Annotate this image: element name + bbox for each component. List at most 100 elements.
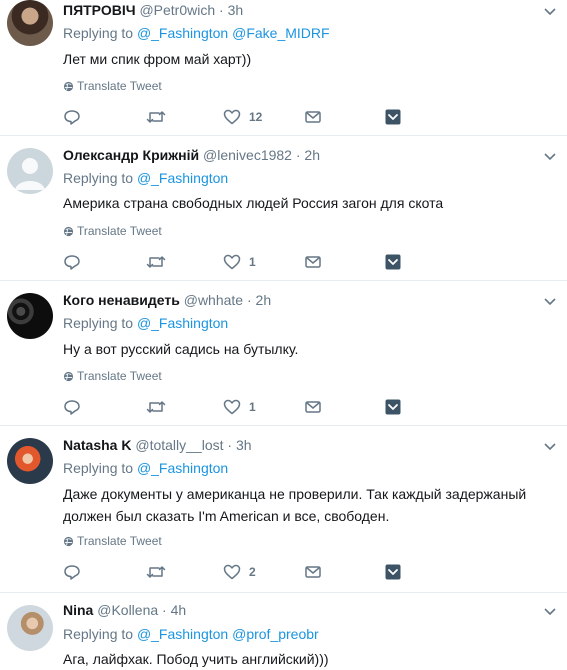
reply-button[interactable] bbox=[63, 252, 81, 272]
replying-label: Replying to bbox=[63, 315, 134, 331]
tweet-text: Ну а вот русский садись на бутылку. bbox=[63, 341, 299, 357]
save-tweet-button[interactable] bbox=[385, 397, 401, 417]
direct-message-button[interactable] bbox=[304, 252, 322, 272]
mention-link[interactable]: @_Fashington bbox=[137, 170, 228, 186]
replying-to: Replying to @_Fashington bbox=[63, 168, 228, 188]
translate-tweet-link[interactable]: Translate Tweet bbox=[63, 78, 162, 94]
author-name[interactable]: Олександр Крижній bbox=[63, 147, 199, 163]
author-name[interactable]: ПЯТРОВІЧ bbox=[63, 2, 136, 18]
author-handle[interactable]: @Kollena bbox=[97, 602, 158, 618]
translate-tweet-link[interactable]: Translate Tweet bbox=[63, 223, 162, 239]
mention-link[interactable]: @_Fashington bbox=[137, 315, 228, 331]
author-name[interactable]: Nina bbox=[63, 602, 93, 618]
direct-message-button[interactable] bbox=[304, 562, 322, 582]
timestamp[interactable]: 2h bbox=[256, 292, 272, 308]
like-button[interactable]: 1 bbox=[223, 397, 256, 417]
translate-label[interactable]: Translate Tweet bbox=[77, 224, 162, 238]
bookmark-icon bbox=[385, 564, 401, 580]
author-handle[interactable]: @whhate bbox=[184, 292, 243, 308]
mention-link[interactable]: @_Fashington bbox=[137, 25, 228, 41]
tweet-actions: 1 bbox=[63, 397, 483, 417]
retweet-button[interactable] bbox=[146, 107, 166, 127]
tweet-actions: 12 bbox=[63, 107, 483, 127]
like-count: 2 bbox=[249, 565, 256, 579]
like-button[interactable]: 1 bbox=[223, 252, 256, 272]
mention-link[interactable]: @prof_preobr bbox=[232, 626, 319, 642]
direct-message-button[interactable] bbox=[304, 397, 322, 417]
chevron-down-icon[interactable] bbox=[543, 439, 557, 453]
save-tweet-button[interactable] bbox=[385, 252, 401, 272]
mention-link[interactable]: @_Fashington bbox=[137, 626, 228, 642]
chevron-down-icon[interactable] bbox=[543, 604, 557, 618]
reply-icon bbox=[64, 110, 80, 125]
chevron-down-icon[interactable] bbox=[543, 4, 557, 18]
avatar[interactable] bbox=[7, 438, 53, 484]
translate-label[interactable]: Translate Tweet bbox=[77, 369, 162, 383]
tweet[interactable]: Кого ненавидеть @whhate · 2h Replying to… bbox=[0, 280, 567, 426]
separator-dot: · bbox=[162, 602, 167, 618]
like-count: 1 bbox=[249, 400, 256, 414]
avatar[interactable] bbox=[7, 0, 53, 46]
retweet-button[interactable] bbox=[146, 562, 166, 582]
replying-label: Replying to bbox=[63, 626, 134, 642]
reply-button[interactable] bbox=[63, 107, 81, 127]
globe-icon bbox=[63, 371, 74, 382]
replying-label: Replying to bbox=[63, 170, 134, 186]
retweet-button[interactable] bbox=[146, 252, 166, 272]
separator-dot: · bbox=[227, 437, 233, 453]
retweet-button[interactable] bbox=[146, 397, 166, 417]
tweet[interactable]: ПЯТРОВІЧ @Petr0wich · 3h Replying to @_F… bbox=[0, 0, 567, 136]
translate-tweet-link[interactable]: Translate Tweet bbox=[63, 368, 162, 384]
replying-label: Replying to bbox=[63, 460, 134, 476]
envelope-icon bbox=[305, 256, 321, 268]
mention-link[interactable]: @_Fashington bbox=[137, 460, 228, 476]
author-handle[interactable]: @totally__lost bbox=[135, 437, 223, 453]
retweet-icon bbox=[146, 256, 166, 268]
timestamp[interactable]: 3h bbox=[228, 2, 244, 18]
direct-message-button[interactable] bbox=[304, 107, 322, 127]
like-count: 12 bbox=[249, 110, 263, 124]
envelope-icon bbox=[305, 401, 321, 413]
translate-label[interactable]: Translate Tweet bbox=[77, 534, 162, 548]
retweet-icon bbox=[146, 111, 166, 123]
timestamp[interactable]: 2h bbox=[304, 147, 320, 163]
avatar[interactable] bbox=[7, 148, 53, 194]
chevron-down-icon[interactable] bbox=[543, 149, 557, 163]
translate-label[interactable]: Translate Tweet bbox=[77, 79, 162, 93]
bookmark-icon bbox=[385, 109, 401, 125]
replying-to: Replying to @_Fashington bbox=[63, 313, 228, 333]
mention-link[interactable]: @Fake_MIDRF bbox=[232, 25, 329, 41]
tweet[interactable]: Олександр Крижній @lenivec1982 · 2h Repl… bbox=[0, 135, 567, 281]
reply-button[interactable] bbox=[63, 562, 81, 582]
avatar[interactable] bbox=[7, 293, 53, 339]
tweet-text: Америка страна свободных людей Россия за… bbox=[63, 195, 444, 211]
author-name[interactable]: Кого ненавидеть bbox=[63, 292, 180, 308]
envelope-icon bbox=[305, 111, 321, 123]
like-button[interactable]: 12 bbox=[223, 107, 262, 127]
like-count: 1 bbox=[249, 255, 256, 269]
author-name[interactable]: Natasha K bbox=[63, 437, 131, 453]
retweet-icon bbox=[146, 401, 166, 413]
replying-to: Replying to @_Fashington @Fake_MIDRF bbox=[63, 23, 330, 43]
reply-button[interactable] bbox=[63, 397, 81, 417]
author-handle[interactable]: @lenivec1982 bbox=[203, 147, 292, 163]
chevron-down-icon[interactable] bbox=[543, 294, 557, 308]
save-tweet-button[interactable] bbox=[385, 107, 401, 127]
timestamp[interactable]: 3h bbox=[236, 437, 252, 453]
translate-tweet-link[interactable]: Translate Tweet bbox=[63, 533, 162, 549]
envelope-icon bbox=[305, 566, 321, 578]
like-button[interactable]: 2 bbox=[223, 562, 256, 582]
timestamp[interactable]: 4h bbox=[171, 602, 187, 618]
tweet[interactable]: Natasha K @totally__lost · 3h Replying t… bbox=[0, 425, 567, 593]
separator-dot: · bbox=[246, 292, 252, 308]
tweet-actions: 2 bbox=[63, 562, 483, 582]
retweet-icon bbox=[146, 566, 166, 578]
globe-icon bbox=[63, 81, 74, 92]
separator-dot: · bbox=[295, 147, 301, 163]
reply-icon bbox=[64, 255, 80, 270]
tweet[interactable]: Nina @Kollena · 4h Replying to @_Fashing… bbox=[0, 592, 567, 667]
save-tweet-button[interactable] bbox=[385, 562, 401, 582]
author-handle[interactable]: @Petr0wich bbox=[139, 2, 215, 18]
avatar[interactable] bbox=[7, 605, 53, 651]
tweet-text: Лет ми спик фром май харт)) bbox=[63, 51, 252, 67]
